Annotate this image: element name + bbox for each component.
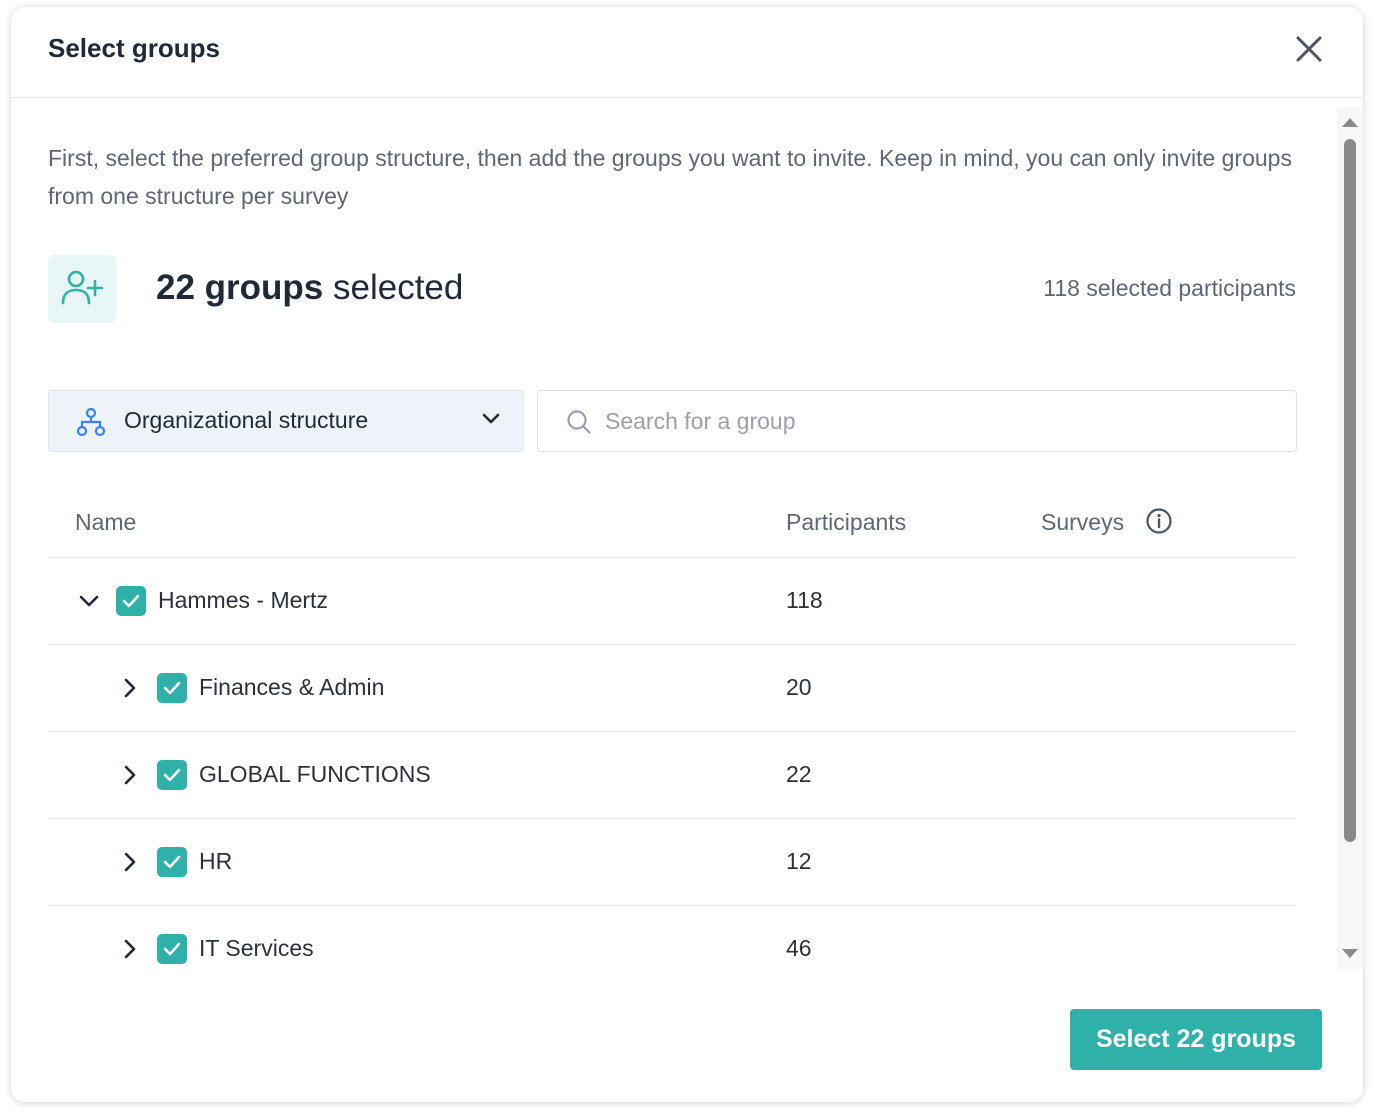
column-header-surveys: Surveys [1041,509,1125,535]
row-checkbox[interactable] [157,934,187,964]
row-checkbox[interactable] [157,760,187,790]
table-row[interactable]: Hammes - Mertz 118 [48,558,1296,645]
groups-selected-suffix: selected [333,268,464,307]
select-groups-modal: Select groups First, select the preferre… [11,7,1363,1102]
checkmark-icon [163,768,181,782]
close-icon [1296,36,1322,62]
chevron-down-icon [482,413,500,424]
info-icon[interactable] [1145,507,1173,535]
scrollbar[interactable] [1337,107,1363,969]
table-row[interactable]: IT Services 46 [48,906,1296,992]
row-checkbox[interactable] [157,847,187,877]
chevron-down-icon[interactable] [77,589,101,613]
groups-selected-count: 22 groups [156,268,324,307]
row-checkbox[interactable] [116,586,146,616]
table-row[interactable]: GLOBAL FUNCTIONS 22 [48,732,1296,819]
row-participants: 12 [786,848,812,874]
column-header-name: Name [75,509,137,535]
row-participants: 20 [786,674,812,700]
intro-text: First, select the preferred group struct… [48,145,1292,209]
scrollbar-thumb[interactable] [1344,139,1356,842]
groups-selected-title: 22 groups selected [156,268,463,308]
checkmark-icon [163,942,181,956]
groups-table: Name Participants Surveys Hammes - Mertz… [48,479,1296,992]
row-name: GLOBAL FUNCTIONS [199,761,431,787]
row-name: IT Services [199,935,314,961]
modal-title: Select groups [48,33,220,63]
table-header: Name Participants Surveys [48,479,1296,558]
row-name: Finances & Admin [199,674,385,700]
org-structure-icon [76,407,106,437]
checkmark-icon [163,681,181,695]
column-header-participants: Participants [786,509,907,535]
row-checkbox[interactable] [157,673,187,703]
scroll-up-arrow-icon[interactable] [1342,117,1358,127]
table-row[interactable]: Finances & Admin 20 [48,645,1296,732]
close-button[interactable] [1293,33,1325,65]
select-groups-button[interactable]: Select 22 groups [1070,1009,1322,1070]
row-participants: 118 [786,587,823,613]
summary-icon-box [48,255,116,323]
row-name: Hammes - Mertz [158,587,328,613]
chevron-right-icon[interactable] [118,676,142,700]
search-input[interactable] [605,401,1265,441]
row-participants: 22 [786,761,812,787]
search-box [537,390,1297,452]
structure-select[interactable]: Organizational structure [48,390,524,452]
scroll-down-arrow-icon[interactable] [1342,949,1358,959]
structure-select-value: Organizational structure [124,407,369,433]
chevron-right-icon[interactable] [118,937,142,961]
table-row[interactable]: HR 12 [48,819,1296,906]
row-name: HR [199,848,233,874]
checkmark-icon [163,855,181,869]
chevron-right-icon[interactable] [118,850,142,874]
add-user-icon [61,270,104,305]
chevron-right-icon[interactable] [118,763,142,787]
modal-header: Select groups [11,7,1363,98]
selected-participants-count: 118 selected participants [1043,275,1296,301]
row-participants: 46 [786,935,812,961]
search-icon [567,410,591,434]
checkmark-icon [122,594,140,608]
